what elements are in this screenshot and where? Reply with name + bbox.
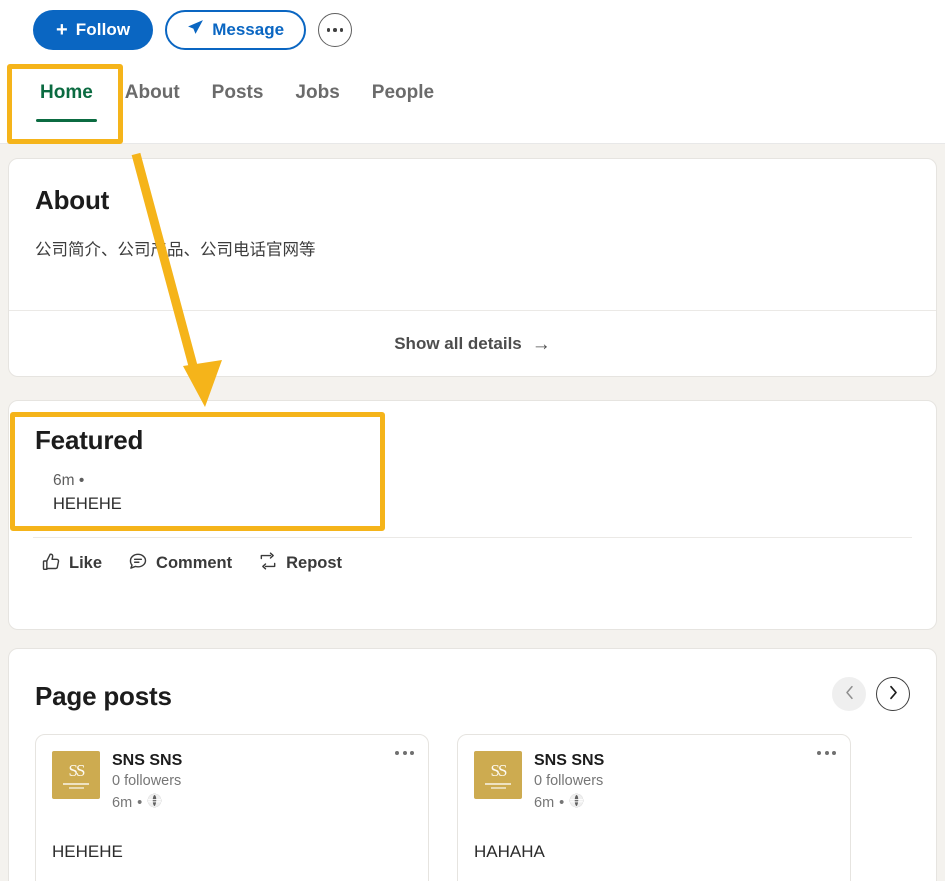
about-card: About 公司简介、公司产品、公司电话官网等 Show all details… [8,158,937,377]
like-button-label: Like [69,554,103,572]
featured-social-actions: Like Comment Repost [41,551,342,576]
overflow-dots-icon [326,28,344,32]
post-meta-separator: • [137,795,143,812]
arrow-right-icon: → [531,333,551,355]
featured-divider [33,537,912,538]
chevron-right-icon [888,685,899,703]
like-button[interactable]: Like [41,551,102,576]
send-icon [187,19,204,41]
avatar-rule-2 [490,786,506,789]
comment-button-label: Comment [156,554,233,572]
featured-timestamp: 6m • [53,472,85,489]
avatar-rule-1 [63,782,89,785]
page-posts-list: SS SNS SNS 0 followers 6m • HEHEHE SS SN… [9,712,936,881]
message-button-label: Message [212,20,285,39]
featured-title: Featured [35,425,144,455]
comment-bubble-icon [128,551,148,576]
show-all-details-label: Show all details [394,334,522,353]
repost-button[interactable]: Repost [258,551,342,576]
post-meta-separator: • [559,795,565,812]
avatar-rule-1 [485,782,511,785]
post-body-text: HAHAHA [474,841,545,861]
post-timestamp: 6m [534,795,555,812]
thumbs-up-icon [41,551,61,576]
avatar-monogram: SS [490,760,508,780]
tab-jobs[interactable]: Jobs [279,60,355,130]
page-nav-tabs: Home About Posts Jobs People [0,60,945,144]
repost-icon [258,551,278,576]
post-card[interactable]: SS SNS SNS 0 followers 6m • [35,734,429,881]
post-timestamp: 6m [112,795,133,812]
globe-icon [147,793,162,816]
linkedin-company-page: + Follow Message Home About Posts Jobs P… [0,0,945,881]
avatar-rule-2 [68,786,84,789]
tab-people[interactable]: People [356,60,450,130]
about-description: 公司简介、公司产品、公司电话官网等 [35,241,316,259]
page-posts-title: Page posts [35,681,172,711]
tab-home[interactable]: Home [24,60,109,130]
featured-card: Featured 6m • HEHEHE Like Comment Repost [8,400,937,630]
page-posts-card: Page posts SS SNS SNS 0 followers 6m • H… [8,648,937,881]
carousel-prev-button[interactable] [832,677,866,711]
message-button[interactable]: Message [165,10,307,50]
globe-icon [569,793,584,816]
about-title: About [35,185,110,215]
featured-body-text: HEHEHE [53,495,122,513]
post-author-name: SNS SNS [534,752,605,769]
show-all-details-link[interactable]: Show all details → [9,311,936,377]
profile-action-bar: + Follow Message [0,0,945,60]
avatar: SS [52,751,100,799]
post-follower-count: 0 followers [112,773,182,789]
post-author-name: SNS SNS [112,752,183,769]
post-card[interactable]: SS SNS SNS 0 followers 6m • [457,734,851,881]
chevron-left-icon [844,685,855,703]
repost-button-label: Repost [286,554,343,572]
avatar: SS [474,751,522,799]
tab-about[interactable]: About [109,60,196,130]
more-actions-button[interactable] [318,13,353,47]
post-follower-count: 0 followers [534,773,604,789]
follow-button[interactable]: + Follow [33,10,154,50]
avatar-monogram: SS [68,760,86,780]
post-meta: 6m • [112,793,182,816]
follow-button-label: Follow [75,20,131,39]
post-menu-button[interactable] [817,751,836,755]
post-menu-button[interactable] [395,751,414,755]
comment-button[interactable]: Comment [128,551,232,576]
tab-posts[interactable]: Posts [196,60,280,130]
post-meta: 6m • [534,793,604,816]
post-body-text: HEHEHE [52,841,123,861]
plus-icon: + [56,18,68,41]
carousel-controls [832,677,910,711]
carousel-next-button[interactable] [876,677,910,711]
